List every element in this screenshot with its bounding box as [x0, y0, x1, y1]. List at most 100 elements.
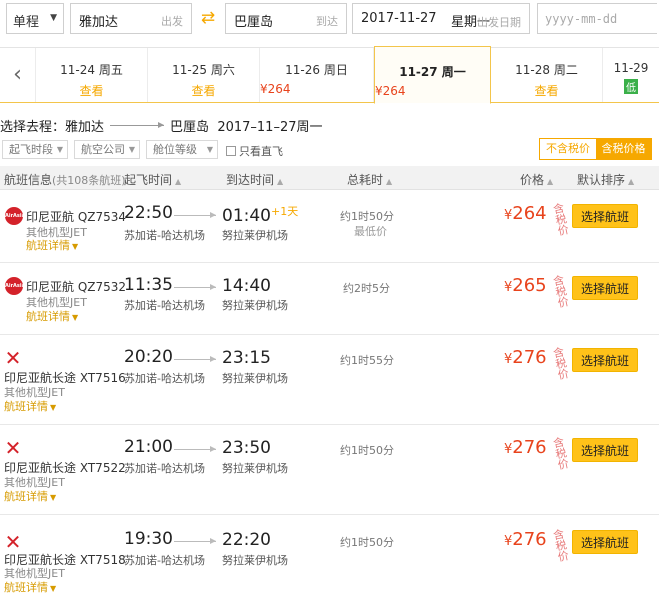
airline-name: 印尼亚航: [26, 280, 75, 294]
flight-price: ¥276: [504, 529, 547, 550]
chevron-down-icon: ▼: [50, 403, 57, 412]
flight-detail-label: 航班详情: [26, 239, 70, 252]
arrive-time: 22:20: [222, 530, 271, 550]
depart-time: 22:50: [124, 203, 173, 223]
date-tab-price: ¥264: [260, 82, 291, 96]
selected-route: 选择去程：雅加达 巴厘岛 2017–11–27周一: [0, 116, 322, 135]
sort-icon: ▲: [547, 177, 554, 186]
price-value: 276: [512, 529, 547, 550]
sort-duration[interactable]: 总耗时 ▲: [347, 171, 392, 188]
chevron-down-icon: ▼: [72, 313, 79, 322]
airline-filter[interactable]: 航空公司 ▼: [74, 140, 140, 159]
sort-duration-label: 总耗时: [347, 173, 384, 187]
cabin-filter-label: 舱位等级: [153, 143, 197, 156]
sort-arrive-time-label: 到达时间: [226, 173, 275, 187]
select-flight-button[interactable]: 选择航班: [572, 530, 638, 554]
flight-count: (共108条航班): [52, 174, 126, 187]
depart-date-input[interactable]: 2017-11-27 星期一 出发日期: [352, 3, 530, 34]
arrival-city-input[interactable]: 巴厘岛 到达: [225, 3, 347, 34]
tax-included-option[interactable]: 含税价格: [596, 139, 651, 159]
date-tab-label: 11-24 周五: [60, 63, 123, 77]
date-tab[interactable]: 11-28 周二 查看: [491, 48, 603, 102]
sort-price-label: 价格: [520, 173, 545, 187]
chevron-left-icon[interactable]: ‹: [0, 48, 36, 102]
flight-number: XT7522: [79, 461, 126, 475]
arrive-time: 14:40: [222, 276, 271, 296]
arrow-right-icon: [110, 122, 165, 128]
header-flight-info: 航班信息(共108条航班): [4, 171, 126, 188]
chevron-down-icon: ▼: [50, 584, 57, 593]
depart-airport: 苏加诺-哈达机场: [124, 372, 205, 385]
filter-bar: 起飞时段 ▼ 航空公司 ▼ 舱位等级 ▼ 只看直飞 不含税价 含税价格: [0, 138, 659, 160]
tax-excluded-option[interactable]: 不含税价: [540, 139, 596, 159]
flight-detail-link[interactable]: 航班详情 ▼: [26, 308, 78, 324]
date-tab[interactable]: 11-26 周日 ¥264: [260, 48, 374, 102]
depart-airport: 苏加诺-哈达机场: [124, 229, 205, 242]
airline-filter-label: 航空公司: [81, 143, 125, 156]
direct-only-checkbox[interactable]: 只看直飞: [226, 143, 283, 159]
tax-included-stamp: 含税价: [550, 527, 571, 563]
chevron-down-icon: ▼: [72, 242, 79, 251]
flight-detail-label: 航班详情: [4, 581, 48, 594]
tax-included-stamp: 含税价: [550, 345, 571, 381]
date-tab-price: 查看: [534, 84, 559, 98]
date-tab-label: 11-25 周六: [172, 63, 235, 77]
flight-row: ✕ 印尼亚航长途 XT7522 其他机型JET 航班详情 ▼ 21:00 23:5…: [0, 425, 659, 515]
arrow-right-icon: [174, 538, 216, 544]
flight-duration: 约1时50分: [340, 444, 394, 457]
cabin-filter[interactable]: 舱位等级 ▼: [146, 140, 218, 159]
date-tab[interactable]: 11-24 周五 查看: [36, 48, 148, 102]
flight-row: AirAsia 印尼亚航 QZ7534 其他机型JET 航班详情 ▼ 22:50 …: [0, 191, 659, 263]
arrive-time: 23:15: [222, 348, 271, 368]
date-tab-active[interactable]: 11-27 周一 ¥264: [374, 46, 491, 104]
arrive-airport: 努拉莱伊机场: [222, 554, 288, 567]
flight-price: ¥276: [504, 347, 547, 368]
depart-date-value: 2017-11-27: [361, 11, 437, 26]
date-tab-label: 11-27 周一: [399, 65, 466, 79]
airline-name: 印尼亚航: [26, 210, 75, 224]
low-price-badge: 低: [624, 79, 638, 94]
arrive-time-group: 01:40+1天: [222, 203, 298, 226]
flight-detail-label: 航班详情: [26, 310, 70, 323]
arrow-right-icon: [174, 356, 216, 362]
chevron-down-icon: ▼: [56, 145, 63, 154]
sort-depart-time[interactable]: 起飞时间 ▲: [124, 171, 181, 188]
arrive-time-group: 14:40: [222, 275, 271, 296]
trip-type-select[interactable]: 单程 ▼: [6, 3, 64, 34]
airline-name: 印尼亚航长途: [4, 461, 77, 475]
chevron-down-icon: ▼: [50, 13, 57, 23]
airasia-logo: AirAsia: [5, 207, 25, 225]
select-flight-button[interactable]: 选择航班: [572, 276, 638, 300]
sort-arrive-time[interactable]: 到达时间 ▲: [226, 171, 283, 188]
date-tab-label: 11-28 周二: [515, 63, 578, 77]
date-tab[interactable]: 11-29 低: [603, 48, 659, 102]
arrow-right-icon: [174, 446, 216, 452]
flight-detail-label: 航班详情: [4, 400, 48, 413]
flight-detail-link[interactable]: 航班详情 ▼: [4, 488, 56, 504]
chevron-down-icon: ▼: [50, 493, 57, 502]
depart-date-tag: 出发日期: [477, 16, 521, 29]
flight-detail-link[interactable]: 航班详情 ▼: [26, 237, 78, 253]
depart-time-filter-label: 起飞时段: [9, 143, 53, 156]
sort-default[interactable]: 默认排序 ▲: [577, 171, 634, 188]
sort-price[interactable]: 价格 ▲: [520, 171, 553, 188]
arrive-airport: 努拉莱伊机场: [222, 299, 288, 312]
arrive-time-group: 22:20: [222, 529, 271, 550]
checkbox-icon: [226, 146, 236, 156]
departure-city-input[interactable]: 雅加达 出发: [70, 3, 192, 34]
select-flight-button[interactable]: 选择航班: [572, 348, 638, 372]
depart-time-filter[interactable]: 起飞时段 ▼: [2, 140, 68, 159]
depart-time: 21:00: [124, 437, 173, 457]
flight-price: ¥264: [504, 203, 547, 224]
return-date-input[interactable]: yyyy-mm-dd: [537, 3, 657, 34]
date-tab[interactable]: 11-25 周六 查看: [148, 48, 260, 102]
arrow-right-icon: [174, 284, 216, 290]
flight-detail-link[interactable]: 航班详情 ▼: [4, 398, 56, 414]
airline-name: 印尼亚航长途: [4, 371, 77, 385]
select-flight-button[interactable]: 选择航班: [572, 204, 638, 228]
swap-cities-icon[interactable]: ⇄: [196, 8, 220, 30]
flight-detail-link[interactable]: 航班详情 ▼: [4, 579, 56, 595]
route-label: 选择去程：: [0, 120, 66, 135]
select-flight-button[interactable]: 选择航班: [572, 438, 638, 462]
sort-icon: ▲: [628, 177, 635, 186]
